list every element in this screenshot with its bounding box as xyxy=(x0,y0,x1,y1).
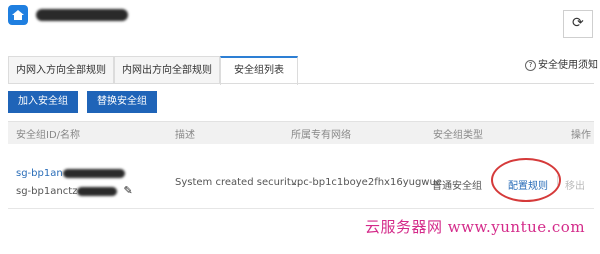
join-security-group-button[interactable]: 加入安全组 xyxy=(8,91,78,113)
table-header: 安全组ID/名称 描述 所属专有网络 安全组类型 操作 xyxy=(8,121,594,145)
edit-icon[interactable]: ✎ xyxy=(124,184,133,197)
header-actions: 操作 xyxy=(571,130,591,141)
tab-security-groups[interactable]: 安全组列表 xyxy=(220,56,298,85)
tab-outbound-rules[interactable]: 内网出方向全部规则 xyxy=(114,56,220,84)
watermark: 云服务器网 www.yuntue.com xyxy=(365,218,586,236)
instance-name-redacted xyxy=(36,9,128,21)
annotation-circle xyxy=(491,158,561,202)
security-group-name: sg-bp1anctz ✎ xyxy=(16,184,133,197)
refresh-button[interactable]: ⟳ xyxy=(563,10,593,38)
question-icon: ? xyxy=(525,59,536,71)
header-vpc: 所属专有网络 xyxy=(291,130,351,141)
replace-security-group-button[interactable]: 替换安全组 xyxy=(87,91,157,113)
name-redacted xyxy=(77,186,118,196)
vpc-cell: vpc-bp1c1boye2fhx16yugwue xyxy=(291,177,442,188)
header-description: 描述 xyxy=(175,130,195,141)
security-group-id-link[interactable]: sg-bp1an xyxy=(16,168,63,179)
refresh-icon: ⟳ xyxy=(572,15,584,31)
tab-divider xyxy=(8,83,594,84)
security-help-link[interactable]: ? 安全使用须知 xyxy=(525,56,598,71)
id-redacted xyxy=(62,168,125,178)
description-cell: System created securit... xyxy=(175,177,301,188)
help-label: 安全使用须知 xyxy=(538,60,598,71)
remove-link[interactable]: 移出 xyxy=(565,177,585,192)
security-group-name-text: sg-bp1anctz xyxy=(16,186,78,197)
header-id-name: 安全组ID/名称 xyxy=(16,130,81,141)
security-group-id[interactable]: sg-bp1an xyxy=(16,168,125,179)
instance-icon xyxy=(8,5,28,25)
type-cell: 普通安全组 xyxy=(432,181,482,192)
tab-inbound-rules[interactable]: 内网入方向全部规则 xyxy=(8,56,114,84)
header-type: 安全组类型 xyxy=(433,130,483,141)
